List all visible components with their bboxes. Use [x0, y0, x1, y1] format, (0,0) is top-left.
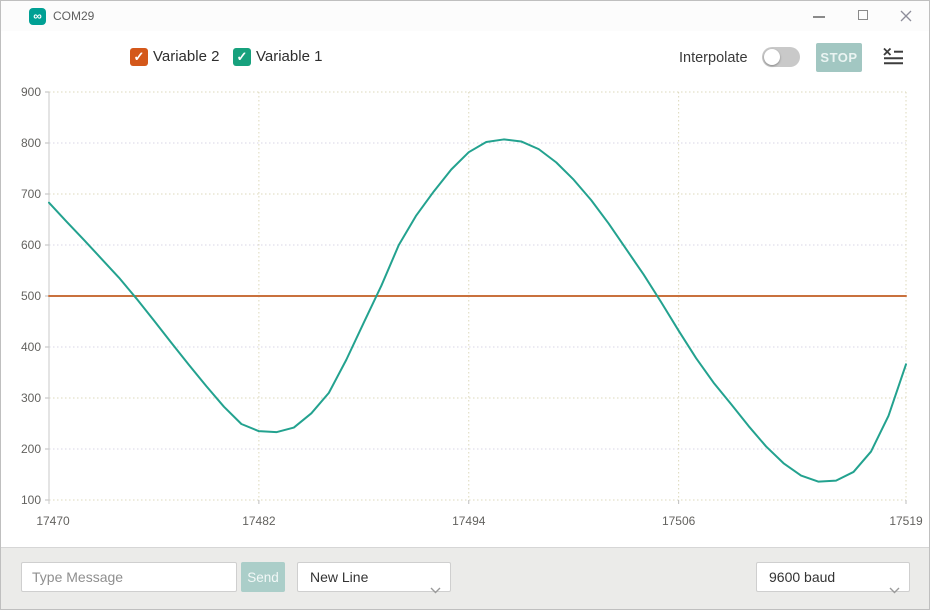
legend-label-variable-2: Variable 2: [153, 48, 219, 65]
y-tick-label: 800: [21, 136, 41, 150]
x-tick-label: 17506: [662, 514, 696, 528]
message-input[interactable]: [21, 562, 237, 592]
legend-item-variable-2[interactable]: ✓ Variable 2: [130, 48, 240, 68]
legend-label-variable-1: Variable 1: [256, 48, 322, 65]
chevron-down-icon: [430, 575, 441, 603]
line-ending-value: New Line: [310, 569, 368, 585]
send-button[interactable]: Send: [241, 562, 285, 592]
y-tick-label: 900: [21, 85, 41, 99]
close-icon: [900, 9, 912, 27]
plot-area: 100 200 300 400 500 600 700 800 900 17470 17482 174…: [1, 81, 930, 546]
x-tick-label: 17519: [889, 514, 923, 528]
arduino-icon: ∞: [29, 8, 46, 25]
line-ending-select[interactable]: New Line: [297, 562, 451, 592]
interpolate-label: Interpolate: [679, 50, 748, 66]
x-tick-label: 17470: [36, 514, 70, 528]
serial-plotter-window: ∞ COM29 ✓ Variable 2 ✓ Variable 1 Interp…: [0, 0, 930, 610]
x-tick-label: 17494: [452, 514, 486, 528]
baud-rate-select[interactable]: 9600 baud: [756, 562, 910, 592]
minimize-button[interactable]: [802, 1, 836, 31]
y-tick-label: 200: [21, 442, 41, 456]
y-tick-label: 100: [21, 493, 41, 507]
y-tick-label: 600: [21, 238, 41, 252]
legend-item-variable-1[interactable]: ✓ Variable 1: [233, 48, 343, 68]
close-button[interactable]: [889, 1, 923, 31]
checkbox-variable-1[interactable]: ✓: [233, 48, 251, 66]
series-variable-1: [49, 139, 906, 481]
y-tick-label: 300: [21, 391, 41, 405]
maximize-icon: [858, 10, 868, 20]
y-tick-label: 400: [21, 340, 41, 354]
x-tick-label: 17482: [242, 514, 276, 528]
stop-button[interactable]: STOP: [816, 43, 862, 72]
bottombar: Send New Line 9600 baud: [1, 547, 929, 610]
clear-chart-button[interactable]: [881, 47, 905, 67]
checkbox-variable-2[interactable]: ✓: [130, 48, 148, 66]
clear-chart-icon: [882, 53, 904, 68]
interpolate-toggle[interactable]: [762, 47, 800, 67]
titlebar: ∞ COM29: [1, 1, 929, 31]
window-title: COM29: [53, 9, 94, 23]
toggle-knob: [764, 49, 780, 65]
baud-rate-value: 9600 baud: [769, 569, 835, 585]
minimize-icon: [813, 16, 825, 18]
chevron-down-icon: [889, 575, 900, 603]
y-tick-label: 700: [21, 187, 41, 201]
y-tick-label: 500: [21, 289, 41, 303]
maximize-button[interactable]: [846, 1, 880, 31]
